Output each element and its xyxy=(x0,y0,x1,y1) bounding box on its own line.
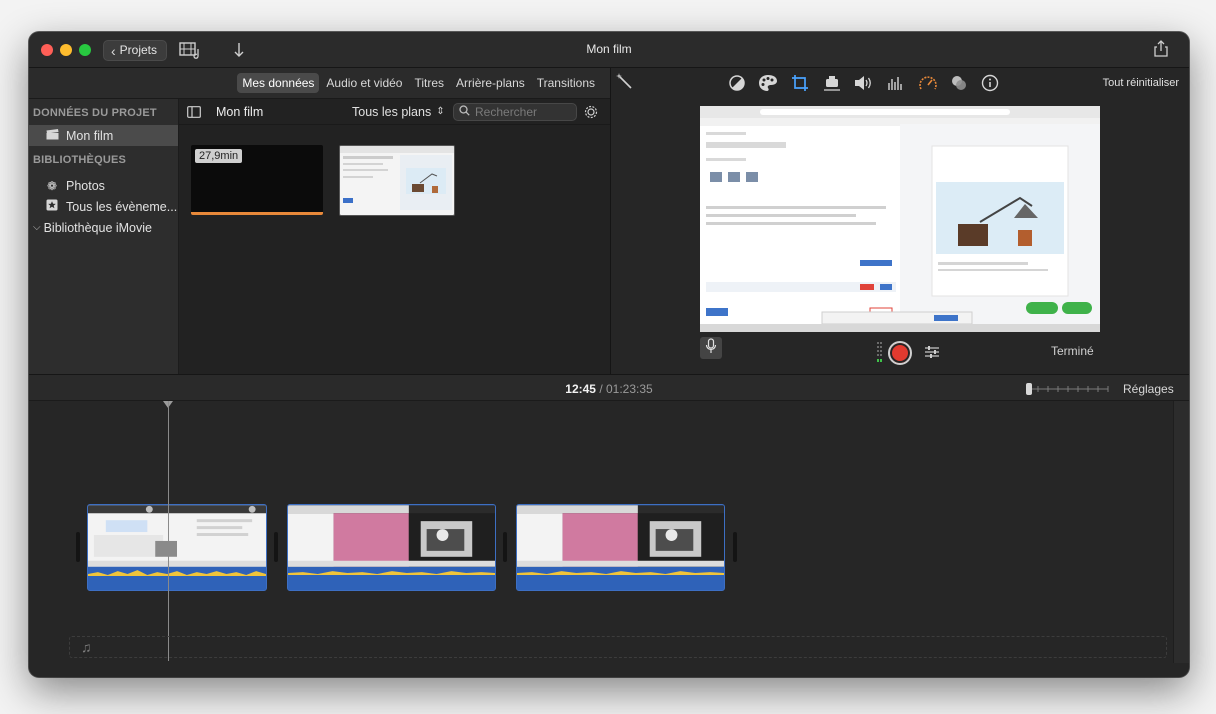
timeline-settings-button[interactable]: Réglages xyxy=(1123,382,1174,396)
media-filmstrip-icon[interactable] xyxy=(179,41,203,64)
timeline-clip-1[interactable] xyxy=(87,504,267,591)
clip-trim-handle[interactable] xyxy=(274,532,278,562)
sidebar-item-photos[interactable]: ❁ Photos xyxy=(29,175,178,196)
equalizer-icon[interactable] xyxy=(886,74,904,97)
total-duration: 01:23:35 xyxy=(606,382,653,396)
search-box[interactable] xyxy=(453,103,577,121)
close-window-button[interactable] xyxy=(41,44,53,56)
speed-gauge-icon[interactable] xyxy=(918,74,938,97)
timeline-zoom-slider[interactable] xyxy=(1026,382,1110,395)
share-icon[interactable] xyxy=(1154,40,1168,63)
video-preview xyxy=(700,106,1100,332)
timecode-display: 12:45 / 01:23:35 xyxy=(29,382,1189,396)
voiceover-options-icon[interactable] xyxy=(924,344,940,365)
current-time: 12:45 xyxy=(565,382,596,396)
browser-title: Mon film xyxy=(216,105,264,119)
stabilization-camera-icon[interactable] xyxy=(823,74,841,97)
timeline-clip-2[interactable] xyxy=(287,504,496,591)
sidebar-item-label: Tous les évèneme... xyxy=(66,199,178,214)
volume-icon[interactable] xyxy=(853,74,873,97)
chevron-left-icon: ‹ xyxy=(111,42,116,59)
adjustment-toolbar: Tout réinitialiser xyxy=(611,68,1189,99)
viewer-panel: Tout réinitialiser Terminé xyxy=(610,68,1189,374)
media-browser: Mon film Tous les plans ⇕ 27,9min xyxy=(179,99,610,374)
tab-arriere-plans[interactable]: Arrière-plans xyxy=(451,73,530,93)
color-palette-icon[interactable] xyxy=(758,74,778,97)
info-icon[interactable] xyxy=(981,74,999,97)
magic-wand-icon[interactable] xyxy=(615,72,635,97)
microphone-icon xyxy=(705,337,717,359)
reset-all-button[interactable]: Tout réinitialiser xyxy=(1103,77,1179,89)
clip-trim-handle[interactable] xyxy=(733,532,737,562)
voiceover-mic-button[interactable] xyxy=(700,337,722,359)
library-sidebar: DONNÉES DU PROJET Mon film BIBLIOTHÈQUES… xyxy=(29,99,179,374)
clip-filter-circles-icon[interactable] xyxy=(949,74,969,97)
sidebar-item-mon-film[interactable]: Mon film xyxy=(29,125,178,146)
timeline-scrollbar[interactable] xyxy=(1173,401,1189,663)
search-input[interactable] xyxy=(475,105,570,119)
tab-titres[interactable]: Titres xyxy=(409,73,449,93)
sidebar-item-all-events[interactable]: Tous les évèneme... xyxy=(29,196,178,217)
color-balance-icon[interactable] xyxy=(728,74,746,97)
tab-audio-video[interactable]: Audio et vidéo xyxy=(321,73,407,93)
timeline: ♫ xyxy=(29,401,1189,677)
clip-filter-value: Tous les plans xyxy=(352,105,432,119)
projects-button[interactable]: ‹ Projets xyxy=(103,40,168,61)
audio-level-meter xyxy=(877,342,883,364)
record-button[interactable] xyxy=(888,341,912,365)
sidebar-item-label: Photos xyxy=(66,178,105,193)
sidebar-item-label: Mon film xyxy=(66,128,114,143)
sidebar-item-label: Bibliothèque iMovie xyxy=(43,220,152,235)
minimize-window-button[interactable] xyxy=(60,44,72,56)
import-arrow-down-icon[interactable] xyxy=(233,41,245,64)
imovie-window: ‹ Projets Mon film Mes données Audio et … xyxy=(29,32,1189,677)
libraries-header: BIBLIOTHÈQUES xyxy=(33,154,127,166)
fullscreen-window-button[interactable] xyxy=(79,44,91,56)
music-track-well[interactable]: ♫ xyxy=(69,636,1167,658)
done-button[interactable]: Terminé xyxy=(1051,344,1094,358)
clapperboard-icon xyxy=(45,128,59,143)
timeline-header: 12:45 / 01:23:35 Réglages xyxy=(29,374,1189,401)
sidebar-item-imovie-library[interactable]: ⌵ Bibliothèque iMovie xyxy=(29,217,178,238)
browser-tab-bar: Mes données Audio et vidéo Titres Arrièr… xyxy=(29,68,610,99)
timeline-clip-3[interactable] xyxy=(516,504,725,591)
sidebar-toggle-icon[interactable] xyxy=(187,105,201,123)
playhead[interactable] xyxy=(168,401,169,661)
tab-mes-donnees[interactable]: Mes données xyxy=(237,73,320,93)
up-down-chevron-icon: ⇕ xyxy=(436,106,445,117)
project-clip-thumbnail[interactable]: 27,9min xyxy=(191,145,323,215)
screen-recording-clip-thumbnail[interactable] xyxy=(339,145,455,216)
clip-duration-badge: 27,9min xyxy=(195,149,243,163)
star-box-icon xyxy=(45,199,59,214)
crop-icon[interactable] xyxy=(791,74,809,97)
clip-trim-handle[interactable] xyxy=(503,532,507,562)
music-note-icon: ♫ xyxy=(81,639,92,655)
projects-label: Projets xyxy=(119,43,158,57)
clip-trim-handle[interactable] xyxy=(76,532,80,562)
timecode-separator: / xyxy=(599,382,603,396)
photos-flower-icon: ❁ xyxy=(46,178,58,193)
window-title: Mon film xyxy=(586,42,632,56)
search-icon xyxy=(459,103,470,121)
chevron-down-icon: ⌵ xyxy=(33,222,41,233)
browser-toolbar: Mon film Tous les plans ⇕ xyxy=(179,99,610,125)
title-bar: ‹ Projets Mon film xyxy=(29,32,1189,68)
gear-icon[interactable] xyxy=(583,104,599,125)
clip-filter-dropdown[interactable]: Tous les plans ⇕ xyxy=(352,105,445,119)
project-data-header: DONNÉES DU PROJET xyxy=(33,107,157,119)
tab-transitions[interactable]: Transitions xyxy=(532,73,600,93)
